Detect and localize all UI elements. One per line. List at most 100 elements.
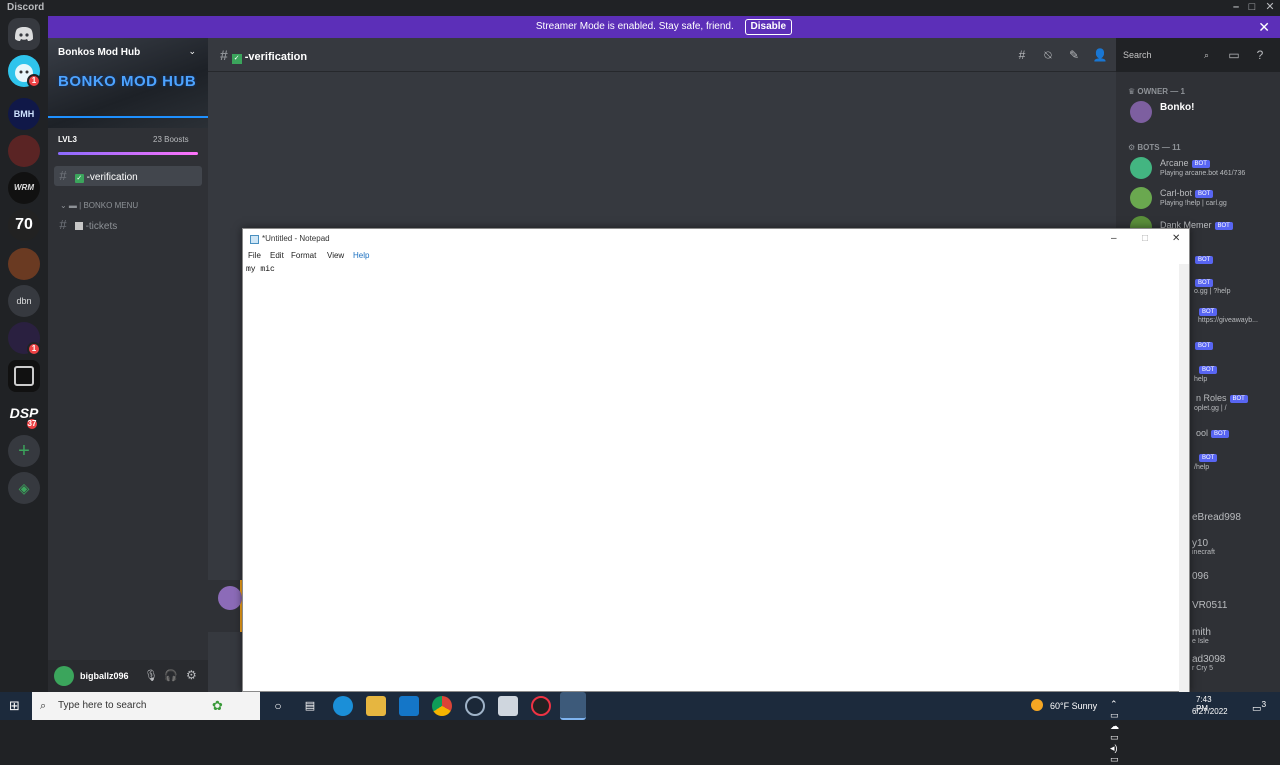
threads-icon[interactable]: # <box>1014 47 1030 63</box>
discord-home-icon[interactable] <box>8 18 40 50</box>
guild-lab[interactable] <box>8 360 40 392</box>
task-view-icon[interactable]: ▤ <box>300 696 320 716</box>
menu-help[interactable]: Help <box>353 251 369 260</box>
avatar[interactable] <box>54 666 74 686</box>
notepad-taskbar-icon[interactable] <box>560 692 586 720</box>
mail-icon[interactable] <box>399 696 419 716</box>
add-server-icon[interactable]: + <box>8 435 40 467</box>
bot-badge: BOT <box>1191 159 1210 168</box>
pin-icon[interactable]: ✎ <box>1066 47 1082 63</box>
member-activity: oplet.gg | / <box>1194 405 1227 412</box>
guild-wrm[interactable]: WRM <box>8 172 40 204</box>
close-icon[interactable]: ✕ <box>1172 229 1180 249</box>
avatar[interactable] <box>1130 187 1152 209</box>
member-bot[interactable]: BOT <box>1196 452 1218 462</box>
steam-icon[interactable] <box>465 696 485 716</box>
member-list-icon[interactable]: 👤 <box>1092 47 1108 63</box>
scrollbar[interactable] <box>1179 264 1189 692</box>
settings-gear-icon[interactable]: ⚙ <box>186 668 197 682</box>
chevron-down-icon[interactable]: ⌄ <box>188 46 196 57</box>
windows-taskbar: ⊞ ⌕ Type here to search ✿ ○ ▤ 60°F Sunny… <box>0 692 1280 764</box>
help-icon[interactable]: ? <box>1252 47 1268 63</box>
server-name[interactable]: Bonkos Mod Hub <box>58 47 140 58</box>
inbox-icon[interactable]: ▭ <box>1226 47 1242 63</box>
bot-badge: BOT <box>1199 453 1218 462</box>
avatar <box>218 586 242 610</box>
guild-bmh[interactable]: BMH <box>8 98 40 130</box>
guild-70[interactable]: 70 <box>8 209 40 241</box>
maximize-icon[interactable]: □ <box>1242 0 1262 16</box>
boost-level: LVL3 <box>58 135 77 144</box>
mute-bell-icon[interactable]: ⍉ <box>1040 47 1056 63</box>
banner-art-text: BONKO MOD HUB <box>58 73 197 90</box>
member-bot[interactable]: BOT <box>1196 306 1218 316</box>
explore-servers-icon[interactable]: ◈ <box>8 472 40 504</box>
notepad-text-area[interactable]: my mic <box>246 265 275 274</box>
tray-icons[interactable]: ⌃ ▭ ☁ ▭ ◂) ▭ <box>1110 699 1119 765</box>
search-highlight-icon: ✿ <box>212 698 223 713</box>
app-icon[interactable] <box>498 696 518 716</box>
member-bot[interactable]: BOT <box>1192 254 1214 264</box>
member-bot[interactable]: BOT <box>1192 277 1214 287</box>
channel-verification[interactable]: # ✓ -verification <box>54 166 202 186</box>
chrome-icon[interactable] <box>432 696 452 716</box>
avatar[interactable] <box>1130 157 1152 179</box>
user-panel: bigballz096 🎙 🎧 ⚙ <box>48 660 208 692</box>
member-name[interactable]: VR0511 <box>1192 600 1227 611</box>
member-bot[interactable]: Arcane BOT <box>1160 158 1210 168</box>
menu-edit[interactable]: Edit <box>270 251 284 260</box>
streamer-mode-bar: Streamer Mode is enabled. Stay safe, fri… <box>48 16 1280 38</box>
guild-dbn[interactable]: dbn <box>8 285 40 317</box>
member-name[interactable]: ad3098 <box>1192 654 1225 665</box>
member-name[interactable]: 096 <box>1192 571 1209 582</box>
windows-start-icon[interactable]: ⊞ <box>9 699 23 713</box>
member-bot[interactable]: n Roles BOT <box>1196 393 1248 403</box>
search-input[interactable]: Search ⌕ <box>1118 46 1214 64</box>
boost-count[interactable]: 23 Boosts <box>153 135 189 144</box>
member-owner[interactable]: Bonko! <box>1160 102 1194 113</box>
boost-progress <box>58 152 198 155</box>
maximize-icon[interactable]: □ <box>1142 229 1148 249</box>
app-title: Discord <box>7 2 45 13</box>
file-explorer-icon[interactable] <box>366 696 386 716</box>
weather-text[interactable]: 60°F Sunny <box>1050 701 1097 711</box>
member-bot[interactable]: ool BOT <box>1196 428 1230 438</box>
edge-icon[interactable] <box>333 696 353 716</box>
guild-avatar-3[interactable] <box>8 248 40 280</box>
microphone-icon[interactable]: 🎙 <box>144 669 158 682</box>
minimize-icon[interactable]: – <box>1111 229 1117 249</box>
guild-avatar-2[interactable] <box>8 135 40 167</box>
cortana-icon[interactable]: ○ <box>268 696 288 716</box>
close-icon[interactable]: ✕ <box>1260 0 1280 16</box>
notepad-titlebar[interactable]: *Untitled - Notepad – □ ✕ <box>243 229 1189 249</box>
hash-icon: # <box>220 47 232 63</box>
member-name[interactable]: eBread998 <box>1192 512 1241 523</box>
hash-icon: # <box>59 217 67 232</box>
notepad-menubar: File Edit Format View Help <box>243 249 1189 264</box>
taskbar-search-input[interactable]: ⌕ Type here to search ✿ <box>32 692 260 720</box>
menu-file[interactable]: File <box>248 251 261 260</box>
guild-badge: 1 <box>27 342 41 356</box>
menu-format[interactable]: Format <box>291 251 316 260</box>
clock-date[interactable]: 6/27/2022 <box>1192 707 1228 716</box>
app-icon[interactable] <box>531 696 551 716</box>
member-activity: https://giveawayb... <box>1198 317 1258 324</box>
member-bot[interactable]: BOT <box>1192 340 1214 350</box>
close-banner-icon[interactable]: ✕ <box>1258 16 1270 38</box>
avatar[interactable] <box>1130 101 1152 123</box>
member-activity: /help <box>1194 464 1210 471</box>
category-bonko-menu[interactable]: ⌄ ▬ | BONKO MENU <box>60 201 138 210</box>
channel-tickets[interactable]: # -tickets <box>54 215 202 235</box>
notification-icon[interactable]: ▭3 <box>1252 699 1266 714</box>
menu-view[interactable]: View <box>327 251 344 260</box>
check-icon: ✓ <box>231 54 242 64</box>
member-name[interactable]: mith <box>1192 627 1211 638</box>
member-bot[interactable]: BOT <box>1196 364 1218 374</box>
member-bot[interactable]: Carl-bot BOT <box>1160 188 1214 198</box>
disable-streamer-button[interactable]: Disable <box>744 19 793 35</box>
username: bigballz096 <box>80 671 129 681</box>
member-activity: o.gg | ?help <box>1194 288 1231 295</box>
member-name[interactable]: y10 <box>1192 538 1208 549</box>
server-banner[interactable]: Bonkos Mod Hub ⌄ BONKO MOD HUB <box>48 38 208 128</box>
headphones-icon[interactable]: 🎧 <box>164 669 178 682</box>
